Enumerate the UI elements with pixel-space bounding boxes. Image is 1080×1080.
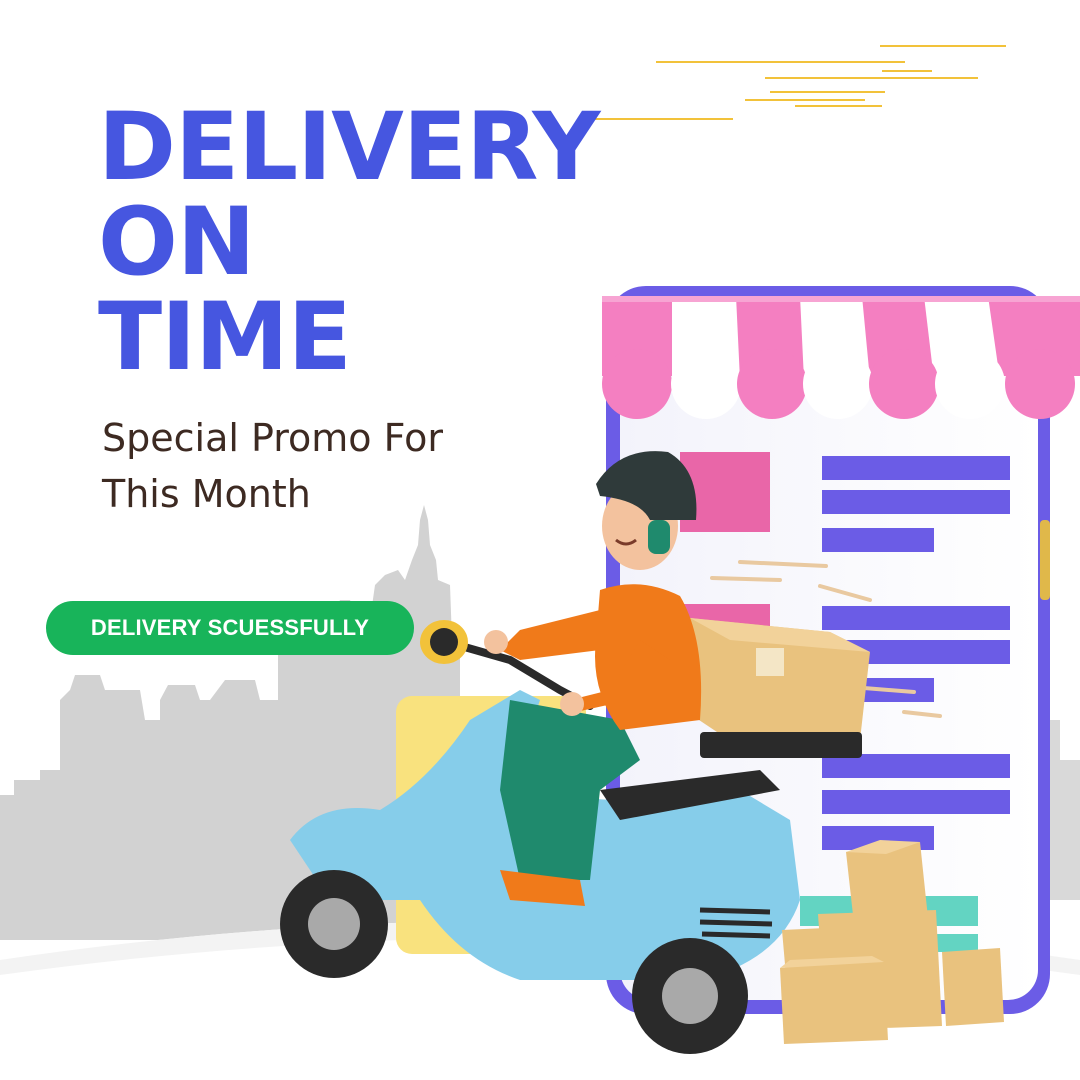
subtitle-line-2: This Month [102, 472, 311, 516]
subtitle: Special Promo For This Month [102, 410, 443, 522]
headline-line-1: DELIVERY [98, 93, 600, 202]
promo-poster: DELIVERY ON TIME Special Promo For This … [0, 0, 1080, 1080]
headline-line-3: TIME [98, 283, 352, 392]
headline: DELIVERY ON TIME [98, 93, 600, 392]
delivery-status-badge: DELIVERY SCUESSFULLY [46, 601, 414, 655]
headline-line-2: ON [98, 188, 256, 297]
subtitle-line-1: Special Promo For [102, 416, 443, 460]
